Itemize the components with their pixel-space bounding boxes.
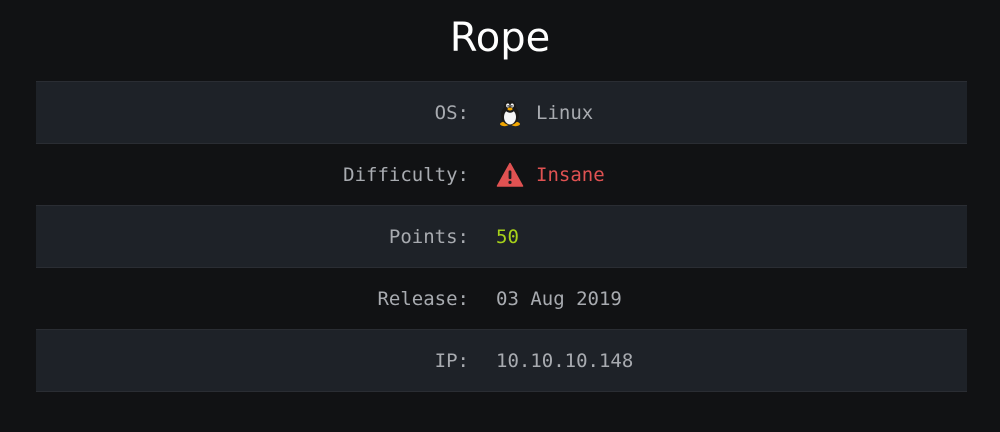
ip-value: 10.10.10.148 [496,350,633,372]
difficulty-value: Insane [496,161,605,189]
machine-info-page: Rope OS: Linux Difficulty: Insane Points… [0,0,1000,432]
row-points: Points: 50 [36,206,967,268]
row-ip: IP: 10.10.10.148 [36,330,967,392]
difficulty-text: Insane [536,163,605,186]
ip-text: 10.10.10.148 [496,349,634,372]
os-text: Linux [536,101,594,124]
linux-penguin-icon [496,99,524,127]
release-label: Release: [377,287,469,310]
release-text: 03 Aug 2019 [496,287,622,310]
difficulty-label: Difficulty: [343,163,469,186]
ip-label: IP: [434,349,469,372]
warning-icon [496,161,524,189]
os-label: OS: [434,101,469,124]
release-value: 03 Aug 2019 [496,288,622,310]
points-label: Points: [388,225,469,248]
machine-info-table: OS: Linux Difficulty: Insane Points: 50 … [36,81,967,392]
os-value: Linux [496,99,593,127]
points-text: 50 [496,225,519,248]
row-os: OS: Linux [36,82,967,144]
row-difficulty: Difficulty: Insane [36,144,967,206]
points-value: 50 [496,226,519,248]
page-title: Rope [449,15,551,61]
row-release: Release: 03 Aug 2019 [36,268,967,330]
